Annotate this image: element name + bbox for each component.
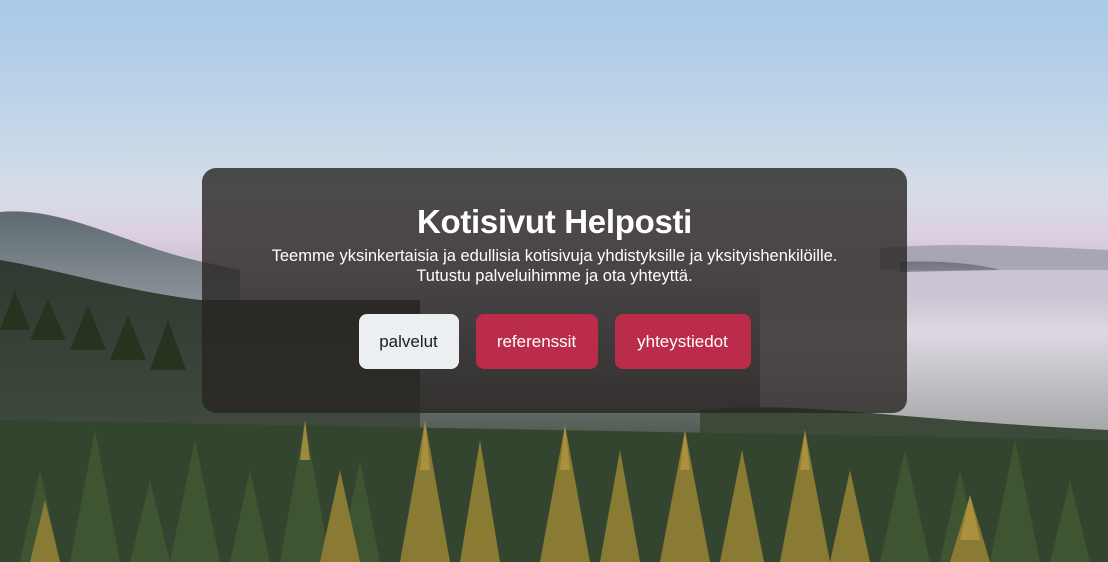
services-button[interactable]: palvelut	[358, 314, 459, 369]
subtitle-line-2: Tutustu palveluihimme ja ota yhteyttä.	[416, 267, 693, 285]
page-title: Kotisivut Helposti	[416, 203, 693, 240]
contact-button[interactable]: yhteystiedot	[614, 314, 751, 369]
references-button[interactable]: referenssit	[475, 314, 598, 369]
hero-subtitle: Teemme yksinkertaisia ja edullisia kotis…	[202, 246, 907, 286]
hero-button-group: palvelut referenssit yhteystiedot	[202, 314, 907, 369]
hero-panel: Kotisivut Helposti Teemme yksinkertaisia…	[202, 168, 907, 413]
subtitle-line-1: Teemme yksinkertaisia ja edullisia kotis…	[271, 247, 838, 265]
hero-section: Kotisivut Helposti Teemme yksinkertaisia…	[0, 0, 1108, 562]
